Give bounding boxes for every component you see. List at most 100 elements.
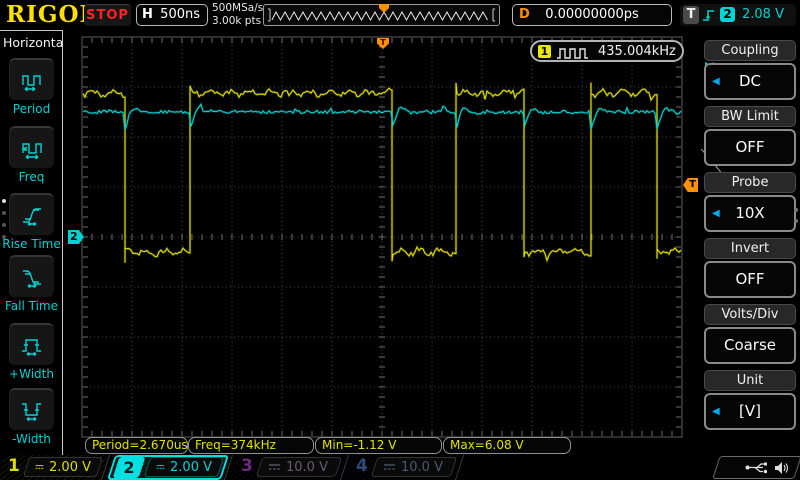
minus-width-icon — [19, 398, 45, 422]
measure-item--width[interactable]: +Width — [0, 323, 63, 381]
channel-menu-sidebar: CH2 Coupling◀DCBW LimitOFFProbe◀10XInver… — [700, 30, 800, 455]
measure-item-label: +Width — [0, 367, 63, 381]
menu-item-label: Unit — [704, 370, 796, 391]
measure-sidebar: Horizontal PeriodFreqRise TimeFall Time+… — [0, 30, 63, 455]
menu-item-value[interactable]: ◀ [V] — [704, 393, 796, 430]
menu-item-bw-limit[interactable]: BW Limit OFF — [704, 106, 796, 166]
run-state-badge[interactable]: STOP — [84, 4, 131, 26]
channel-scale-value: 2.00 V — [170, 460, 212, 475]
counter-frequency-value: 435.004kHz — [598, 44, 676, 59]
counter-source-badge: 1 — [538, 45, 551, 58]
measure-item-fall-time[interactable]: Fall Time — [0, 255, 63, 313]
menu-item-value[interactable]: OFF — [704, 129, 796, 166]
dc-coupling-icon — [156, 462, 165, 472]
menu-value-text: OFF — [735, 270, 764, 288]
menu-item-probe[interactable]: Probe◀10X — [704, 172, 796, 232]
measure-sidebar-title: Horizontal — [3, 35, 67, 50]
beeper-icon — [774, 461, 789, 475]
measure-button[interactable] — [9, 388, 54, 430]
channel-scale-box: 10.0 V — [371, 457, 457, 477]
menu-item-invert[interactable]: Invert OFF — [704, 238, 796, 298]
menu-item-value[interactable]: ◀10X — [704, 195, 796, 232]
measurement-readout: Freq=374kHz — [188, 437, 314, 454]
left-menu-page-dot — [2, 211, 6, 215]
menu-item-value[interactable]: OFF — [704, 261, 796, 298]
pulse-train-icon — [556, 46, 592, 60]
horizontal-timebase-box[interactable]: H 500ns — [136, 4, 208, 26]
measure-item-label: -Width — [0, 432, 63, 446]
left-menu-page-dot — [2, 223, 6, 227]
channel-number: 1 — [8, 456, 20, 476]
memory-depth: 3.00k pts — [212, 15, 264, 28]
measure-item-period[interactable]: Period — [0, 58, 63, 116]
measure-item--width[interactable]: -Width — [0, 388, 63, 446]
select-arrow-icon: ◀ — [712, 208, 720, 220]
frequency-counter-badge: 1 435.004kHz — [530, 40, 684, 62]
right-menu-page-dot — [794, 208, 798, 212]
menu-value-text: DC — [739, 72, 761, 90]
measure-button[interactable] — [9, 193, 54, 235]
rise-time-icon — [19, 203, 45, 227]
channel-scale-box: 2.00 V — [23, 457, 103, 477]
measure-item-freq[interactable]: Freq — [0, 126, 63, 184]
sample-rate: 500MSa/s — [212, 2, 264, 15]
measure-item-label: Freq — [0, 170, 63, 184]
select-arrow-icon: ◀ — [712, 406, 720, 418]
measure-item-label: Fall Time — [0, 299, 63, 313]
measure-item-rise-time[interactable]: Rise Time — [0, 193, 63, 251]
channel-4-indicator[interactable]: 4 10.0 V — [348, 455, 460, 480]
menu-value-text: [V] — [739, 402, 761, 420]
waveform-display-area[interactable] — [64, 30, 700, 455]
measurement-readout: Period=2.670us — [85, 437, 188, 454]
timebase-value: 500ns — [160, 7, 200, 22]
left-menu-page-dot — [2, 199, 6, 203]
channel-2-indicator[interactable]: 2 2.00 V — [109, 455, 229, 480]
channel-3-indicator[interactable]: 310.0 V — [233, 455, 345, 480]
dc-coupling-icon — [35, 462, 44, 472]
acquisition-info: 500MSa/s 3.00k pts — [212, 2, 264, 28]
channel-scale-value: 10.0 V — [401, 460, 443, 475]
trigger-slope-rising-icon — [701, 7, 719, 23]
plus-width-icon — [19, 333, 45, 357]
channel-1-indicator[interactable]: 12.00 V — [0, 455, 106, 480]
dc-coupling-icon — [383, 462, 396, 472]
measure-button[interactable] — [9, 58, 54, 100]
menu-item-coupling[interactable]: Coupling ◀ DC — [704, 40, 796, 100]
horizontal-offset-value: 0.00000000ps — [513, 7, 671, 22]
menu-item-value[interactable]: Coarse — [704, 327, 796, 364]
menu-item-unit[interactable]: Unit ◀ [V] — [704, 370, 796, 430]
menu-item-volts-div[interactable]: Volts/Div Coarse — [704, 304, 796, 364]
waveform-record-preview[interactable] — [263, 4, 500, 26]
t-label: T — [683, 6, 699, 24]
menu-item-label: Invert — [704, 238, 796, 259]
menu-item-label: Coupling — [704, 40, 796, 61]
measure-item-label: Period — [0, 102, 63, 116]
menu-value-text: OFF — [735, 138, 764, 156]
menu-item-label: Probe — [704, 172, 796, 193]
select-arrow-icon: ◀ — [712, 76, 720, 88]
dc-coupling-icon — [268, 462, 281, 472]
menu-item-label: Volts/Div — [704, 304, 796, 325]
menu-item-label: BW Limit — [704, 106, 796, 127]
trigger-status-box[interactable]: T 2 2.08 V — [680, 4, 796, 26]
channel-number: 4 — [356, 456, 368, 476]
measure-button[interactable] — [9, 126, 54, 168]
system-status-zone — [712, 456, 800, 479]
period-icon — [19, 68, 45, 92]
menu-value-text: Coarse — [724, 336, 776, 354]
measure-button[interactable] — [9, 255, 54, 297]
top-status-bar: RIGOL STOP H 500ns 500MSa/s 3.00k pts D … — [0, 0, 800, 30]
channel-scale-box: 10.0 V — [256, 457, 342, 477]
menu-item-value[interactable]: ◀ DC — [704, 63, 796, 100]
left-menu-page-dot — [2, 235, 6, 239]
channel-status-bar: 12.00 V22.00 V310.0 V410.0 V — [0, 455, 800, 480]
channel-scale-box: 2.00 V — [144, 457, 224, 477]
measure-button[interactable] — [9, 323, 54, 365]
freq-icon — [19, 136, 45, 160]
measure-item-label: Rise Time — [0, 237, 63, 251]
oscilloscope-screen: RIGOL STOP H 500ns 500MSa/s 3.00k pts D … — [0, 0, 800, 480]
trigger-level-value: 2.08 V — [742, 7, 784, 22]
channel-number-badge: 2 — [113, 457, 146, 478]
usb-icon — [745, 461, 767, 474]
horizontal-offset-box[interactable]: D 0.00000000ps — [512, 4, 672, 26]
